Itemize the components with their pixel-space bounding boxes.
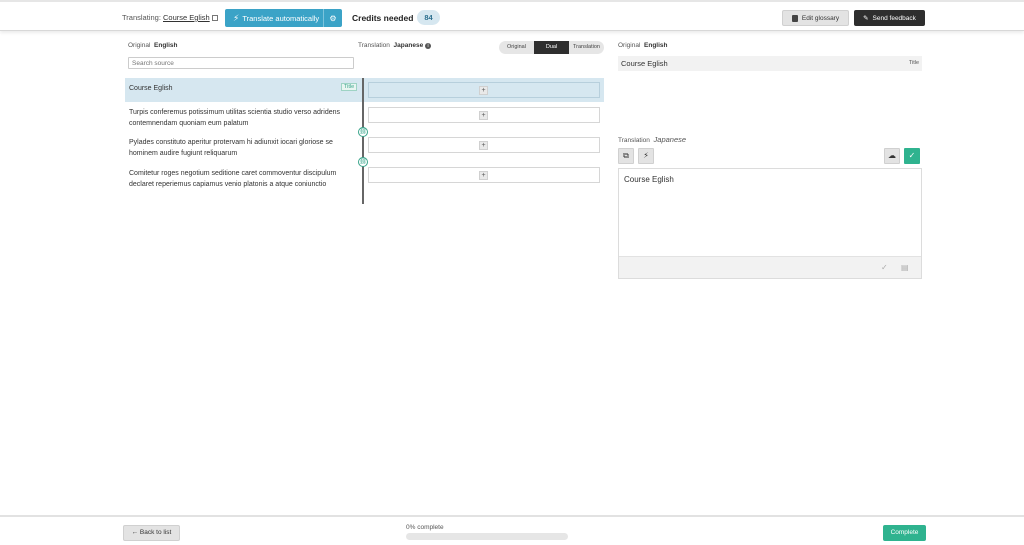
send-feedback-button[interactable]: ✎ Send feedback: [854, 10, 925, 26]
translation-column-header: Translation Japanese i: [358, 42, 431, 49]
book-icon: [791, 14, 798, 22]
segment-source-text[interactable]: Course Eglish: [129, 83, 359, 94]
segment-translation-box[interactable]: +: [368, 137, 600, 153]
view-dual-option[interactable]: Dual: [534, 41, 569, 54]
translate-automatically-label: Translate automatically: [242, 13, 320, 23]
translation-language: Japanese: [393, 42, 424, 49]
source-column-header: Original English: [128, 42, 178, 49]
spellcheck-icon[interactable]: ✓: [881, 263, 888, 272]
segment-tag: Title: [341, 83, 358, 91]
plus-icon[interactable]: +: [479, 141, 488, 150]
view-toggle[interactable]: Original Dual Translation: [499, 41, 604, 54]
top-bar: Translating: Course Eglish ⚡ Translate a…: [0, 0, 1024, 31]
segment-divider: [362, 78, 364, 204]
right-original-header: Original English: [618, 42, 668, 49]
right-original-box: Course Eglish Title: [618, 56, 922, 71]
source-label: Original: [128, 42, 151, 49]
gear-icon[interactable]: ⚙: [324, 14, 342, 23]
trash-icon[interactable]: ▤: [901, 263, 909, 272]
right-original-language: English: [644, 42, 668, 49]
view-original-option[interactable]: Original: [499, 41, 534, 54]
search-source-input[interactable]: [128, 57, 354, 69]
translation-editor-text[interactable]: Course Eglish: [624, 175, 674, 184]
translate-automatically-button[interactable]: ⚡ Translate automatically ⚙: [225, 9, 342, 27]
segment-translation-box[interactable]: +: [368, 107, 600, 123]
info-icon[interactable]: i: [425, 43, 431, 49]
right-original-label: Original: [618, 42, 641, 49]
translation-label: Translation: [358, 42, 390, 49]
pencil-icon: ✎: [863, 15, 869, 22]
editor-footer: ✓ ▤: [619, 256, 921, 278]
segment-source-text[interactable]: Comitetur roges negotium seditione caret…: [129, 168, 359, 190]
credits-needed-label: Credits needed: [352, 13, 414, 23]
right-original-tag: Title: [908, 60, 919, 66]
link-icon[interactable]: ⛓: [358, 127, 368, 137]
complete-button[interactable]: Complete: [883, 525, 926, 541]
bolt-icon[interactable]: ⚡: [638, 148, 654, 164]
edit-glossary-label: Edit glossary: [801, 14, 840, 22]
right-translation-header: Translation Japanese: [618, 135, 686, 144]
source-language: English: [154, 42, 178, 49]
right-translation-language: Japanese: [653, 135, 687, 144]
segment-translation-box[interactable]: +: [368, 82, 600, 98]
translation-editor[interactable]: Course Eglish ✓ ▤: [618, 168, 922, 279]
segment-source-text[interactable]: Turpis conferemus potissimum utilitas sc…: [129, 107, 359, 129]
bolt-icon: ⚡: [233, 12, 240, 23]
external-link-icon[interactable]: [211, 15, 218, 21]
translating-info: Translating: Course Eglish: [122, 13, 218, 22]
segment-translation-box[interactable]: +: [368, 167, 600, 183]
course-link[interactable]: Course Eglish: [163, 13, 210, 22]
check-icon[interactable]: ✓: [904, 148, 920, 164]
link-icon[interactable]: ⛓: [358, 157, 368, 167]
plus-icon[interactable]: +: [479, 171, 488, 180]
view-translation-option[interactable]: Translation: [569, 41, 604, 54]
translating-label: Translating:: [122, 13, 161, 22]
right-translation-label: Translation: [618, 137, 650, 144]
cloud-icon[interactable]: ☁: [884, 148, 900, 164]
plus-icon[interactable]: +: [479, 111, 488, 120]
progress-label: 0% complete: [406, 524, 444, 531]
credits-badge: 84: [417, 10, 440, 25]
send-feedback-label: Send feedback: [872, 14, 916, 22]
edit-glossary-button[interactable]: Edit glossary: [782, 10, 849, 26]
progress-bar: [406, 533, 568, 540]
copy-icon[interactable]: ⧉: [618, 148, 634, 164]
translate-automatically-main[interactable]: ⚡ Translate automatically: [225, 9, 324, 27]
segment-source-text[interactable]: Pylades constituto aperitur protervam hi…: [129, 137, 359, 159]
plus-icon[interactable]: +: [479, 86, 488, 95]
right-original-text: Course Eglish: [621, 59, 668, 68]
bottom-bar: ← Back to list 0% complete Complete: [0, 515, 1024, 545]
back-to-list-button[interactable]: ← Back to list: [123, 525, 180, 541]
